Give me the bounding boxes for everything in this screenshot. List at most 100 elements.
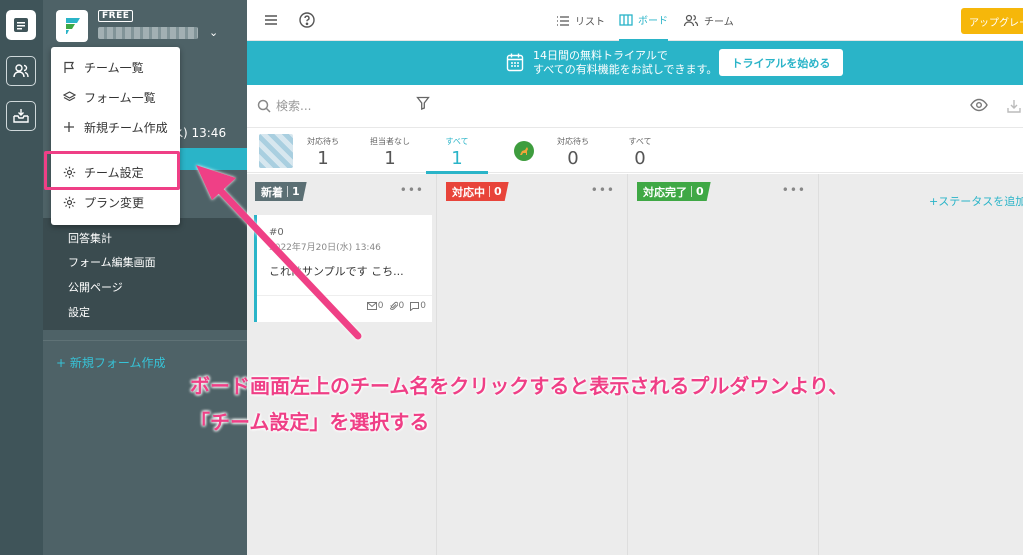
tab-board[interactable]: ボード	[619, 0, 668, 41]
trial-banner-line2: すべての有料機能をお試しできます。	[533, 63, 718, 76]
menu-item-label: チーム一覧	[84, 60, 144, 75]
users-icon	[683, 14, 699, 27]
column-count: 0	[696, 185, 704, 198]
counter-label: 担当者なし	[370, 137, 410, 146]
top-bar: リスト ボード チーム アップグレード	[247, 0, 1023, 41]
search-icon	[257, 99, 271, 113]
search-box[interactable]: 検索...	[257, 97, 407, 114]
counter-label: 対応待ち	[307, 137, 339, 146]
horse-icon	[520, 147, 528, 155]
menu-item-label: フォーム一覧	[84, 90, 156, 105]
sidebar-item-settings[interactable]: 設定	[68, 304, 90, 320]
search-placeholder: 検索...	[276, 99, 312, 113]
layers-icon	[62, 91, 76, 103]
tab-team-label: チーム	[704, 17, 734, 28]
board-icon	[619, 13, 633, 26]
mail-count: 0	[377, 301, 384, 311]
response-card[interactable]: #0 2022年7月20日(水) 13:46 これはサンプルです こち... 0…	[254, 215, 432, 322]
users-nav-button[interactable]	[6, 56, 36, 86]
card-date: 2022年7月20日(水) 13:46	[269, 243, 381, 253]
counter-member-all[interactable]: すべて 0	[610, 136, 670, 169]
inbox-icon	[13, 109, 29, 123]
gear-icon	[62, 196, 76, 209]
app-rail	[0, 0, 43, 555]
sidebar-item-summary[interactable]: 回答集計	[68, 230, 112, 246]
tab-list[interactable]: リスト	[556, 0, 605, 41]
column-title: 対応完了	[643, 185, 687, 199]
document-icon	[14, 18, 28, 32]
menu-item-team-list[interactable]: チーム一覧	[51, 53, 180, 81]
annotation-line2: 「チーム設定」を選択する	[190, 410, 430, 434]
attachment-count: 0	[398, 301, 405, 311]
upgrade-button[interactable]: アップグレード	[961, 8, 1023, 34]
status-counters: 対応待ち 1 担当者なし 1 すべて 1 対応待ち 0 すべて 0	[247, 127, 1023, 174]
new-form-link[interactable]: + 新規フォーム作成	[56, 354, 166, 371]
column-title: 対応中	[452, 185, 485, 199]
sidebar-item-form-editor[interactable]: フォーム編集画面	[68, 254, 156, 270]
download-icon[interactable]	[1006, 98, 1022, 117]
help-icon[interactable]	[298, 11, 316, 32]
calendar-icon	[506, 52, 524, 75]
trial-banner: 14日間の無料トライアルで すべての有料機能をお試しできます。 トライアルを始め…	[247, 41, 1023, 85]
counter-label: すべて	[628, 137, 652, 146]
annotation-highlight-box	[44, 151, 180, 190]
sidebar-divider	[43, 340, 247, 341]
forms-nav-button[interactable]	[6, 10, 36, 40]
counter-waiting[interactable]: 対応待ち 1	[293, 136, 353, 169]
chevron-down-icon[interactable]: ⌄	[209, 26, 218, 39]
counter-value: 1	[384, 148, 396, 169]
sidebar-item-public-page[interactable]: 公開ページ	[68, 279, 123, 295]
trial-banner-line1: 14日間の無料トライアルで	[533, 49, 668, 62]
flag-icon	[62, 61, 76, 74]
column-header-in-progress[interactable]: 対応中 0	[446, 182, 509, 201]
add-status-button[interactable]: +ステータスを追加	[929, 193, 1023, 209]
column-count: 0	[494, 185, 502, 198]
counter-value: 1	[317, 148, 329, 169]
team-avatar[interactable]	[259, 134, 293, 168]
hamburger-menu-icon[interactable]	[263, 12, 279, 31]
team-name-blurred[interactable]	[98, 27, 198, 39]
column-done: 対応完了 0 •••	[629, 174, 819, 555]
plan-badge: FREE	[98, 10, 134, 22]
column-more-icon[interactable]: •••	[400, 183, 424, 197]
menu-item-change-plan[interactable]: プラン変更	[51, 188, 180, 216]
mail-icon	[366, 302, 377, 310]
form-submenu: 回答集計 フォーム編集画面 公開ページ 設定	[43, 218, 247, 330]
plus-icon	[62, 121, 76, 133]
comment-icon	[410, 301, 420, 311]
team-dropdown-menu: チーム一覧 フォーム一覧 新規チーム作成 チーム設定 プラン変更	[51, 47, 180, 225]
counter-label: 対応待ち	[557, 137, 589, 146]
counter-all[interactable]: すべて 1	[427, 136, 487, 169]
column-header-done[interactable]: 対応完了 0	[637, 182, 711, 201]
filter-icon[interactable]	[416, 96, 430, 113]
tab-list-label: リスト	[575, 17, 605, 28]
column-title: 新着	[261, 185, 283, 199]
card-meta: 0 0 0	[366, 301, 426, 311]
counter-value: 1	[451, 148, 463, 169]
comment-count: 0	[420, 301, 426, 311]
counter-member-waiting[interactable]: 対応待ち 0	[543, 136, 603, 169]
counter-value: 0	[567, 148, 579, 169]
start-trial-button[interactable]: トライアルを始める	[719, 49, 843, 76]
member-avatar[interactable]	[514, 141, 534, 161]
column-more-icon[interactable]: •••	[591, 183, 615, 197]
column-more-icon[interactable]: •••	[782, 183, 806, 197]
counter-value: 0	[634, 148, 646, 169]
card-divider	[257, 295, 432, 296]
menu-item-form-list[interactable]: フォーム一覧	[51, 83, 180, 111]
users-icon	[13, 64, 29, 78]
team-logo[interactable]	[56, 10, 88, 42]
inbox-nav-button[interactable]	[6, 101, 36, 131]
annotation-caption: ボード画面左上のチーム名をクリックすると表示されるプルダウンより、 「チーム設定…	[190, 368, 848, 440]
list-icon	[557, 15, 569, 26]
kanban-board: 新着 1 ••• #0 2022年7月20日(水) 13:46 これはサンプルです…	[247, 174, 1023, 555]
flag-logo-icon	[66, 18, 80, 34]
paperclip-icon	[389, 301, 398, 310]
menu-item-new-team[interactable]: 新規チーム作成	[51, 113, 180, 141]
trial-banner-text: 14日間の無料トライアルで すべての有料機能をお試しできます。	[533, 49, 717, 77]
eye-icon[interactable]	[970, 98, 988, 115]
card-title: これはサンプルです こち...	[269, 265, 404, 278]
column-header-new[interactable]: 新着 1	[255, 182, 307, 201]
tab-team[interactable]: チーム	[683, 0, 734, 41]
counter-unassigned[interactable]: 担当者なし 1	[360, 136, 420, 169]
